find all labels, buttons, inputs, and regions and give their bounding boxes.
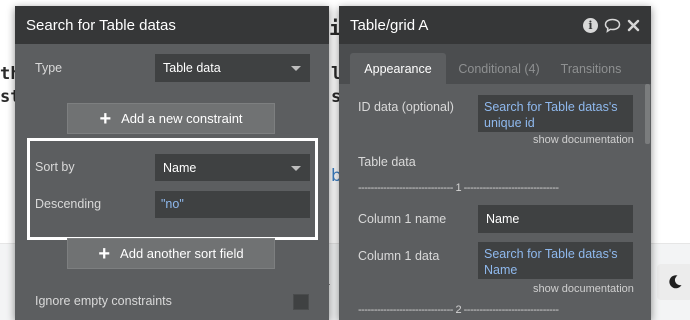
sort-by-label: Sort by [35, 160, 75, 174]
add-constraint-label: Add a new constraint [121, 111, 243, 126]
plus-icon: + [98, 242, 111, 265]
ignore-empty-checkbox[interactable] [293, 294, 309, 310]
tab-label: Appearance [364, 61, 432, 76]
table-grid-panel: Table/grid A i Appearance Conditional (4… [339, 6, 651, 320]
tab-conditional[interactable]: Conditional (4) [447, 53, 551, 84]
type-label: Type [35, 61, 63, 75]
caret-down-icon [291, 165, 301, 171]
tab-transitions[interactable]: Transitions [551, 53, 631, 84]
column-1-name-label: Column 1 name [358, 212, 447, 226]
panel-title: Table/grid A [350, 16, 429, 34]
descending-value: "no" [161, 197, 184, 211]
column-1-data-label: Column 1 data [358, 249, 440, 263]
panel-title: Search for Table datas [26, 16, 176, 34]
column-1-name-input[interactable]: Name [478, 205, 633, 233]
plus-icon: + [99, 107, 112, 130]
add-sort-field-label: Add another sort field [120, 246, 244, 261]
add-constraint-button[interactable]: + Add a new constraint [67, 103, 275, 134]
id-data-label: ID data (optional) [358, 100, 454, 114]
show-documentation-link[interactable]: show documentation [533, 283, 634, 295]
tab-label: Transitions [560, 61, 622, 76]
close-icon[interactable] [627, 19, 640, 32]
id-data-value: Search for Table datas's unique id [484, 100, 618, 130]
scrollbar[interactable] [645, 84, 650, 144]
column-1-name-value: Name [486, 212, 520, 226]
column-separator: ------------------------------ 2 -------… [358, 304, 559, 316]
id-data-field[interactable]: Search for Table datas's unique id [478, 95, 633, 132]
add-sort-field-button[interactable]: + Add another sort field [67, 238, 275, 269]
comment-icon[interactable] [604, 18, 621, 33]
header-icons: i [583, 17, 640, 33]
panel-header: Search for Table datas [15, 6, 329, 44]
tab-appearance[interactable]: Appearance [350, 53, 446, 84]
type-dropdown-value: Table data [163, 61, 221, 75]
ignore-empty-label: Ignore empty constraints [35, 294, 172, 308]
sort-by-dropdown[interactable]: Name [155, 154, 310, 181]
column-separator: ------------------------------ 1 -------… [358, 182, 559, 194]
tab-bar: Appearance Conditional (4) Transitions [339, 44, 651, 84]
descending-label: Descending [35, 197, 102, 211]
search-editor-panel: Search for Table datas Type Table data +… [15, 6, 329, 320]
type-dropdown[interactable]: Table data [155, 54, 310, 82]
show-documentation-link[interactable]: show documentation [533, 134, 634, 146]
theme-toggle-button[interactable] [657, 264, 690, 300]
panel-header: Table/grid A i [339, 6, 651, 44]
caret-down-icon [291, 66, 301, 71]
moon-icon [669, 275, 682, 289]
column-1-data-field[interactable]: Search for Table datas's Name [478, 242, 633, 279]
sort-by-dropdown-value: Name [163, 160, 197, 175]
tab-label: Conditional (4) [458, 61, 540, 76]
column-1-data-value: Search for Table datas's Name [484, 247, 618, 277]
table-data-label: Table data [358, 155, 416, 169]
descending-field[interactable]: "no" [155, 191, 310, 218]
info-icon[interactable]: i [583, 17, 598, 33]
